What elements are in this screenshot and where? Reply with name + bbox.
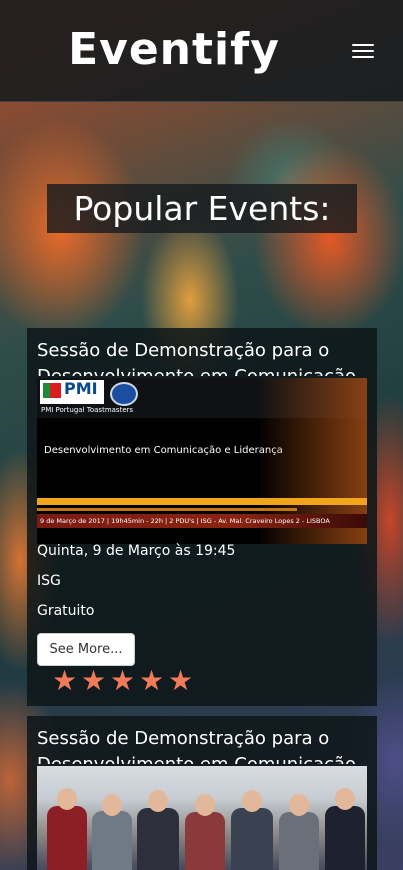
brand-logo[interactable]: Eventify bbox=[0, 24, 348, 75]
person-head bbox=[57, 788, 77, 810]
image-subtitle: PMI Portugal Toastmasters bbox=[41, 406, 134, 414]
person-figure bbox=[231, 808, 273, 870]
person-head bbox=[195, 794, 215, 816]
star-icon[interactable]: ★ bbox=[52, 667, 78, 695]
star-icon[interactable]: ★ bbox=[139, 667, 165, 695]
person-head bbox=[242, 790, 262, 812]
event-card: Sessão de Demonstração para o Desenvolvi… bbox=[27, 716, 377, 870]
image-bar bbox=[37, 508, 297, 511]
top-navbar: Eventify bbox=[0, 0, 403, 102]
hamburger-icon[interactable] bbox=[352, 42, 376, 60]
page-title: Popular Events: bbox=[47, 184, 357, 233]
see-more-button[interactable]: See More... bbox=[37, 633, 135, 666]
pmi-logo-text: PMI bbox=[64, 379, 98, 398]
image-bar bbox=[37, 498, 367, 505]
person-head bbox=[335, 788, 355, 810]
portugal-flag-icon bbox=[43, 383, 61, 398]
person-figure bbox=[325, 806, 365, 870]
person-figure bbox=[47, 806, 87, 870]
image-caption: Desenvolvimento em Comunicação e Lideran… bbox=[44, 445, 283, 456]
person-figure bbox=[137, 808, 179, 870]
person-figure bbox=[92, 811, 132, 870]
event-price: Gratuito bbox=[37, 603, 95, 619]
star-icon[interactable]: ★ bbox=[81, 667, 107, 695]
person-figure bbox=[185, 812, 225, 870]
image-strip-text: 9 de Março de 2017 | 19h45min - 22h | 2 … bbox=[40, 517, 330, 525]
event-location: ISG bbox=[37, 573, 61, 589]
event-title[interactable]: Sessão de Demonstração para o Desenvolvi… bbox=[37, 338, 367, 376]
person-figure bbox=[279, 812, 319, 870]
person-head bbox=[102, 794, 122, 816]
star-icon[interactable]: ★ bbox=[168, 667, 194, 695]
event-image[interactable] bbox=[37, 766, 367, 870]
event-image[interactable]: PMI PMI Portugal Toastmasters Desenvolvi… bbox=[37, 378, 367, 544]
person-head bbox=[289, 794, 309, 816]
event-title[interactable]: Sessão de Demonstração para o Desenvolvi… bbox=[37, 726, 367, 764]
rating-stars: ★ ★ ★ ★ ★ bbox=[52, 667, 197, 695]
pmi-logo: PMI bbox=[40, 380, 104, 404]
event-date: Quinta, 9 de Março às 19:45 bbox=[37, 543, 236, 559]
toastmasters-logo bbox=[110, 382, 138, 406]
person-head bbox=[148, 790, 168, 812]
star-icon[interactable]: ★ bbox=[110, 667, 136, 695]
event-card: Sessão de Demonstração para o Desenvolvi… bbox=[27, 328, 377, 706]
